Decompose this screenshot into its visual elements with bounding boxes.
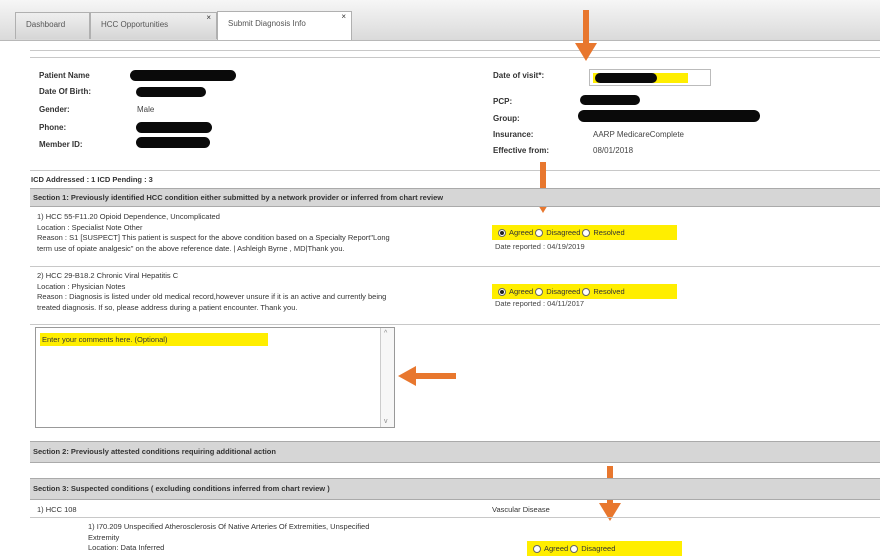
member-id-label: Member ID:	[39, 140, 83, 149]
radio-agreed[interactable]	[498, 228, 506, 237]
item-title: 2) HCC 29-B18.2 Chronic Viral Hepatitis …	[37, 271, 179, 280]
icd-summary: ICD Addressed : 1 ICD Pending : 3	[31, 175, 153, 184]
scrollbar[interactable]: ^ v	[380, 328, 394, 427]
divider	[30, 50, 880, 51]
group-label: Group:	[493, 114, 520, 123]
insurance-value: AARP MedicareComplete	[593, 130, 685, 139]
scroll-down-icon[interactable]: v	[384, 418, 388, 425]
section-1-item-2: 2) HCC 29-B18.2 Chronic Viral Hepatitis …	[37, 271, 386, 313]
radio-resolved[interactable]	[582, 287, 591, 296]
radio-label: Disagreed	[546, 228, 581, 237]
redacted-group	[578, 110, 760, 122]
close-icon[interactable]: ×	[341, 5, 346, 29]
radio-disagreed[interactable]	[535, 287, 544, 296]
date-of-visit-label: Date of visit*:	[493, 71, 545, 80]
item-reason: treated diagnosis. If so, please address…	[37, 302, 298, 312]
radio-agreed[interactable]	[533, 544, 541, 553]
comments-textarea[interactable]: Enter your comments here. (Optional) ^ v	[35, 327, 395, 428]
item-2-status-radio-group: Agreed Disagreed Resolved	[492, 284, 677, 299]
detail-code: 1) I70.209 Unspecified Atherosclerosis O…	[88, 522, 370, 531]
radio-agreed[interactable]	[498, 287, 506, 296]
item-reason: Reason : S1 [SUSPECT] This patient is su…	[37, 233, 390, 242]
date-reported: Date reported : 04/19/2019	[495, 242, 585, 251]
radio-label: Agreed	[509, 287, 534, 296]
radio-disagreed[interactable]	[535, 228, 544, 237]
item-title: 1) HCC 55-F11.20 Opioid Dependence, Unco…	[37, 212, 220, 221]
comments-placeholder: Enter your comments here. (Optional)	[40, 333, 268, 346]
redacted-member-id	[136, 137, 210, 148]
date-reported: Date reported : 04/11/2017	[495, 299, 585, 308]
redacted-dob	[136, 87, 206, 97]
redacted-patient-name	[130, 70, 236, 81]
divider	[30, 57, 880, 58]
close-icon[interactable]: ×	[206, 6, 211, 30]
phone-label: Phone:	[39, 123, 67, 132]
divider	[30, 324, 880, 325]
tab-bar: Dashboard HCC Opportunities × Submit Dia…	[0, 0, 880, 41]
radio-label: Resolved	[593, 287, 625, 296]
arrow-left-icon	[398, 366, 456, 386]
item-location: Location : Specialist Note Other	[37, 222, 143, 232]
radio-label: Agreed	[509, 228, 534, 237]
section-3-detail: 1) I70.209 Unspecified Atherosclerosis O…	[88, 522, 369, 554]
section-3-header: Section 3: Suspected conditions ( exclud…	[30, 478, 880, 500]
tab-label: Dashboard	[26, 20, 66, 29]
redacted-visit-date	[595, 73, 657, 83]
redacted-phone	[136, 122, 212, 133]
radio-label: Resolved	[593, 228, 625, 237]
radio-resolved[interactable]	[582, 228, 591, 237]
gender-value: Male	[137, 105, 155, 114]
section-3-status-radio-group: Agreed Disagreed	[527, 541, 682, 556]
section-3-row-condition: Vascular Disease	[492, 505, 550, 514]
section-3-row-hcc: 1) HCC 108	[37, 505, 77, 514]
insurance-label: Insurance:	[493, 130, 534, 139]
radio-disagreed[interactable]	[570, 544, 579, 553]
item-reason: Reason : Diagnosis is listed under old m…	[37, 292, 387, 301]
item-reason: term use of opiate analgesic" on the abo…	[37, 243, 345, 253]
tab-label: HCC Opportunities	[101, 20, 169, 29]
tab-hcc-opportunities[interactable]: HCC Opportunities ×	[90, 12, 217, 39]
item-1-status-radio-group: Agreed Disagreed Resolved	[492, 225, 677, 240]
tab-dashboard[interactable]: Dashboard	[15, 12, 90, 39]
section-2-header: Section 2: Previously attested condition…	[30, 441, 880, 463]
item-location: Location : Physician Notes	[37, 281, 126, 291]
dob-label: Date Of Birth:	[39, 87, 91, 96]
date-of-visit-input[interactable]	[589, 69, 711, 86]
tab-label: Submit Diagnosis Info	[228, 19, 306, 28]
gender-label: Gender:	[39, 105, 70, 114]
section-1-item-1: 1) HCC 55-F11.20 Opioid Dependence, Unco…	[37, 212, 390, 254]
divider	[30, 517, 880, 518]
scroll-up-icon[interactable]: ^	[384, 330, 387, 337]
patient-name-label: Patient Name	[39, 71, 90, 80]
radio-label: Disagreed	[581, 544, 616, 553]
detail-code-cont: Extremity	[88, 532, 120, 542]
section-1-header: Section 1: Previously identified HCC con…	[30, 188, 880, 207]
redacted-pcp	[580, 95, 640, 105]
divider	[30, 170, 880, 171]
effective-from-label: Effective from:	[493, 146, 550, 155]
effective-from-value: 08/01/2018	[593, 146, 634, 155]
tab-submit-diagnosis-info[interactable]: Submit Diagnosis Info ×	[217, 11, 352, 40]
divider	[30, 266, 880, 267]
radio-label: Disagreed	[546, 287, 581, 296]
arrow-down-icon	[575, 10, 597, 61]
radio-label: Agreed	[544, 544, 569, 553]
pcp-label: PCP:	[493, 97, 513, 106]
detail-location: Location: Data Inferred	[88, 543, 165, 552]
